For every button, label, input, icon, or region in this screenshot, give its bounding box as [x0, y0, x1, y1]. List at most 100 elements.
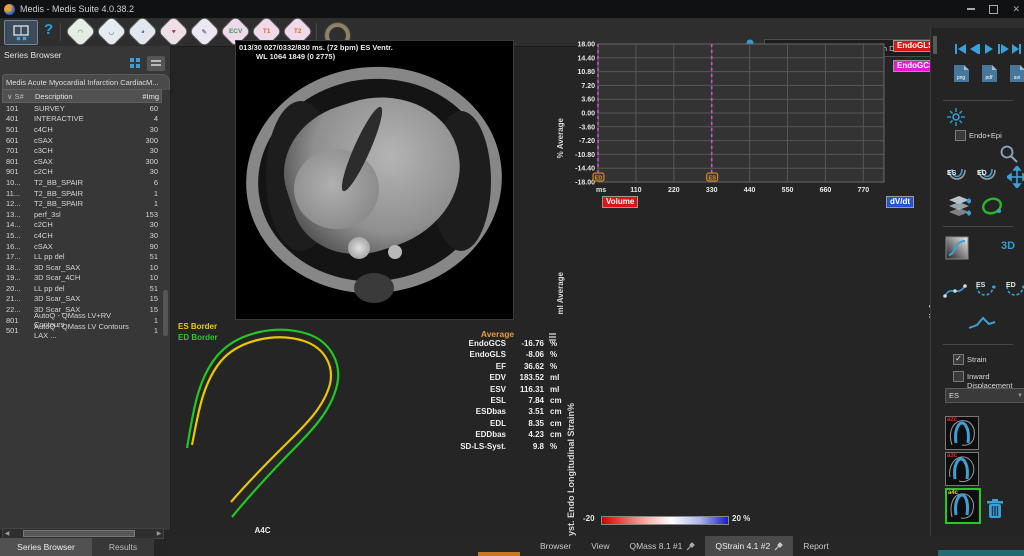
- svg-text:ES: ES: [947, 170, 957, 177]
- sort-icon: ∨ S#: [3, 92, 35, 101]
- delete-view-button[interactable]: [985, 498, 1005, 520]
- series-row[interactable]: 901c2CH30: [2, 167, 162, 178]
- series-vertical-scrollbar[interactable]: [163, 290, 168, 336]
- contour-drawing[interactable]: [175, 318, 350, 526]
- scroll-left-icon[interactable]: ◀: [3, 530, 11, 537]
- tab-series-browser[interactable]: Series Browser: [0, 538, 92, 556]
- tab-report[interactable]: Report: [793, 536, 839, 556]
- strain-y-axis-label: % Average: [556, 118, 565, 158]
- average-row: EDL8.35cm: [448, 419, 573, 430]
- app-icon-5[interactable]: ✎: [190, 17, 220, 47]
- strain-curve-icon[interactable]: [967, 314, 997, 334]
- app-icon-2[interactable]: ◡: [97, 17, 127, 47]
- patient-tab[interactable]: Medis Acute Myocardial Infarction Cardia…: [2, 74, 170, 90]
- window-level-icon[interactable]: [945, 236, 969, 260]
- series-row[interactable]: 21...3D Scar_SAX15: [2, 294, 162, 305]
- series-row[interactable]: 16...cSAX90: [2, 241, 162, 252]
- average-row: EDV183.52ml: [448, 373, 573, 384]
- strain-checkbox[interactable]: ✓: [953, 354, 964, 365]
- magnifier-icon[interactable]: [999, 144, 1019, 164]
- thumbnail-view-icon[interactable]: [126, 56, 144, 71]
- thumb-a4c[interactable]: a4c: [945, 488, 981, 524]
- display-settings-icon[interactable]: [947, 108, 965, 126]
- endo-epi-checkbox[interactable]: [955, 130, 966, 141]
- svg-text:330: 330: [706, 187, 718, 194]
- app-icon-4[interactable]: ♥: [159, 17, 189, 47]
- edit-points-icon[interactable]: [943, 280, 969, 302]
- tab-view[interactable]: View: [581, 536, 619, 556]
- svg-text:3.60: 3.60: [581, 97, 595, 104]
- pan-tool-icon[interactable]: [1007, 166, 1024, 188]
- export-pdf-button[interactable]: pdf: [981, 64, 998, 83]
- ellipse-tool-icon[interactable]: [979, 194, 1005, 218]
- series-row[interactable]: 13...perf_3sl153: [2, 209, 162, 220]
- series-row[interactable]: 19...3D Scar_4CH10: [2, 273, 162, 284]
- tab-browser[interactable]: Browser: [530, 536, 581, 556]
- svg-text:ES: ES: [976, 282, 986, 289]
- phase-select[interactable]: ES ▼: [945, 388, 1024, 403]
- legend-dvdt[interactable]: dV/dt: [886, 196, 914, 208]
- series-row[interactable]: 18...3D Scar_SAX10: [2, 262, 162, 273]
- series-row[interactable]: 501c4CH30: [2, 124, 162, 135]
- svg-text:ED: ED: [595, 175, 603, 181]
- series-row[interactable]: 20...LL pp del51: [2, 283, 162, 294]
- ed-contour-tool-icon[interactable]: ED: [975, 166, 999, 188]
- series-row[interactable]: 101SURVEY60: [2, 103, 162, 114]
- svg-text:-7.20: -7.20: [579, 138, 595, 145]
- list-view-icon[interactable]: [147, 56, 165, 71]
- layout-button[interactable]: [4, 20, 38, 45]
- series-row[interactable]: 14...c2CH30: [2, 220, 162, 231]
- es-contour-tool-icon[interactable]: ES: [945, 166, 969, 188]
- svg-text:ms: ms: [596, 187, 606, 194]
- colorbar: [601, 516, 729, 525]
- inward-displacement-checkbox[interactable]: [953, 371, 964, 382]
- average-panel-menu-icon[interactable]: [548, 330, 557, 348]
- series-row[interactable]: 601cSAX300: [2, 135, 162, 146]
- thumb-a2c[interactable]: a2c: [945, 416, 979, 450]
- series-row[interactable]: 17...LL pp del51: [2, 251, 162, 262]
- maximize-icon[interactable]: [989, 5, 998, 14]
- svg-text:770: 770: [857, 187, 869, 194]
- tab-qstrain[interactable]: QStrain 4.1 #2: [705, 536, 793, 556]
- series-row[interactable]: 701c3CH30: [2, 145, 162, 156]
- series-row[interactable]: 801cSAX300: [2, 156, 162, 167]
- series-row[interactable]: 12...T2_BB_SPAIR1: [2, 198, 162, 209]
- playback-controls[interactable]: [955, 42, 1021, 56]
- threed-button[interactable]: 3D: [1001, 240, 1015, 252]
- svg-text:10.80: 10.80: [577, 69, 595, 76]
- legend-volume[interactable]: Volume: [602, 196, 638, 208]
- bullseye-title: Syst. Endo Longitudinal Strain%: [566, 352, 576, 542]
- tab-results[interactable]: Results: [92, 538, 154, 556]
- tab-qmass[interactable]: QMass 8.1 #1: [619, 536, 705, 556]
- series-table-header[interactable]: ∨ S# Description #Img: [2, 89, 162, 103]
- average-row: EF36.62%: [448, 362, 573, 373]
- export-avi-button[interactable]: avi: [1009, 64, 1024, 83]
- svg-text:pdf: pdf: [986, 75, 994, 81]
- phase-select-value: ES: [949, 391, 959, 400]
- svg-text:ED: ED: [1006, 282, 1016, 289]
- minimize-icon[interactable]: [967, 8, 975, 10]
- strain-chart: 18.0014.4010.807.203.600.00-3.60-7.20-10…: [570, 34, 965, 202]
- help-button[interactable]: ?: [44, 21, 53, 38]
- layers-icon[interactable]: [945, 194, 971, 218]
- ed-phase-curve-icon[interactable]: ED: [1003, 278, 1024, 302]
- export-png-button[interactable]: png: [953, 64, 970, 83]
- bullseye-plot[interactable]: [578, 356, 750, 514]
- series-row[interactable]: 15...c4CH30: [2, 230, 162, 241]
- mri-viewport[interactable]: 013/30 027/0332/830 ms. (72 bpm) ES Vent…: [235, 40, 514, 320]
- splitter-handle[interactable]: [933, 36, 937, 54]
- app-icon-1[interactable]: ◠: [66, 17, 96, 47]
- close-icon[interactable]: ✕: [1012, 5, 1020, 14]
- status-accent-teal: [938, 550, 1024, 556]
- series-row[interactable]: 401INTERACTIVE4: [2, 114, 162, 125]
- svg-text:220: 220: [668, 187, 680, 194]
- series-row[interactable]: 10...T2_BB_SPAIR6: [2, 177, 162, 188]
- series-row[interactable]: 11...T2_BB_SPAIR1: [2, 188, 162, 199]
- es-phase-curve-icon[interactable]: ES: [973, 278, 999, 302]
- app-icon-3[interactable]: ◕: [128, 17, 158, 47]
- scroll-right-icon[interactable]: ▶: [155, 530, 163, 537]
- series-row[interactable]: 501AutoQ - QMass LV Contours LAX ...1: [2, 325, 162, 336]
- image-info-line2: WL 1064 1849 (0 2775): [256, 52, 335, 61]
- svg-text:660: 660: [820, 187, 832, 194]
- thumb-a3c[interactable]: a3c: [945, 452, 979, 486]
